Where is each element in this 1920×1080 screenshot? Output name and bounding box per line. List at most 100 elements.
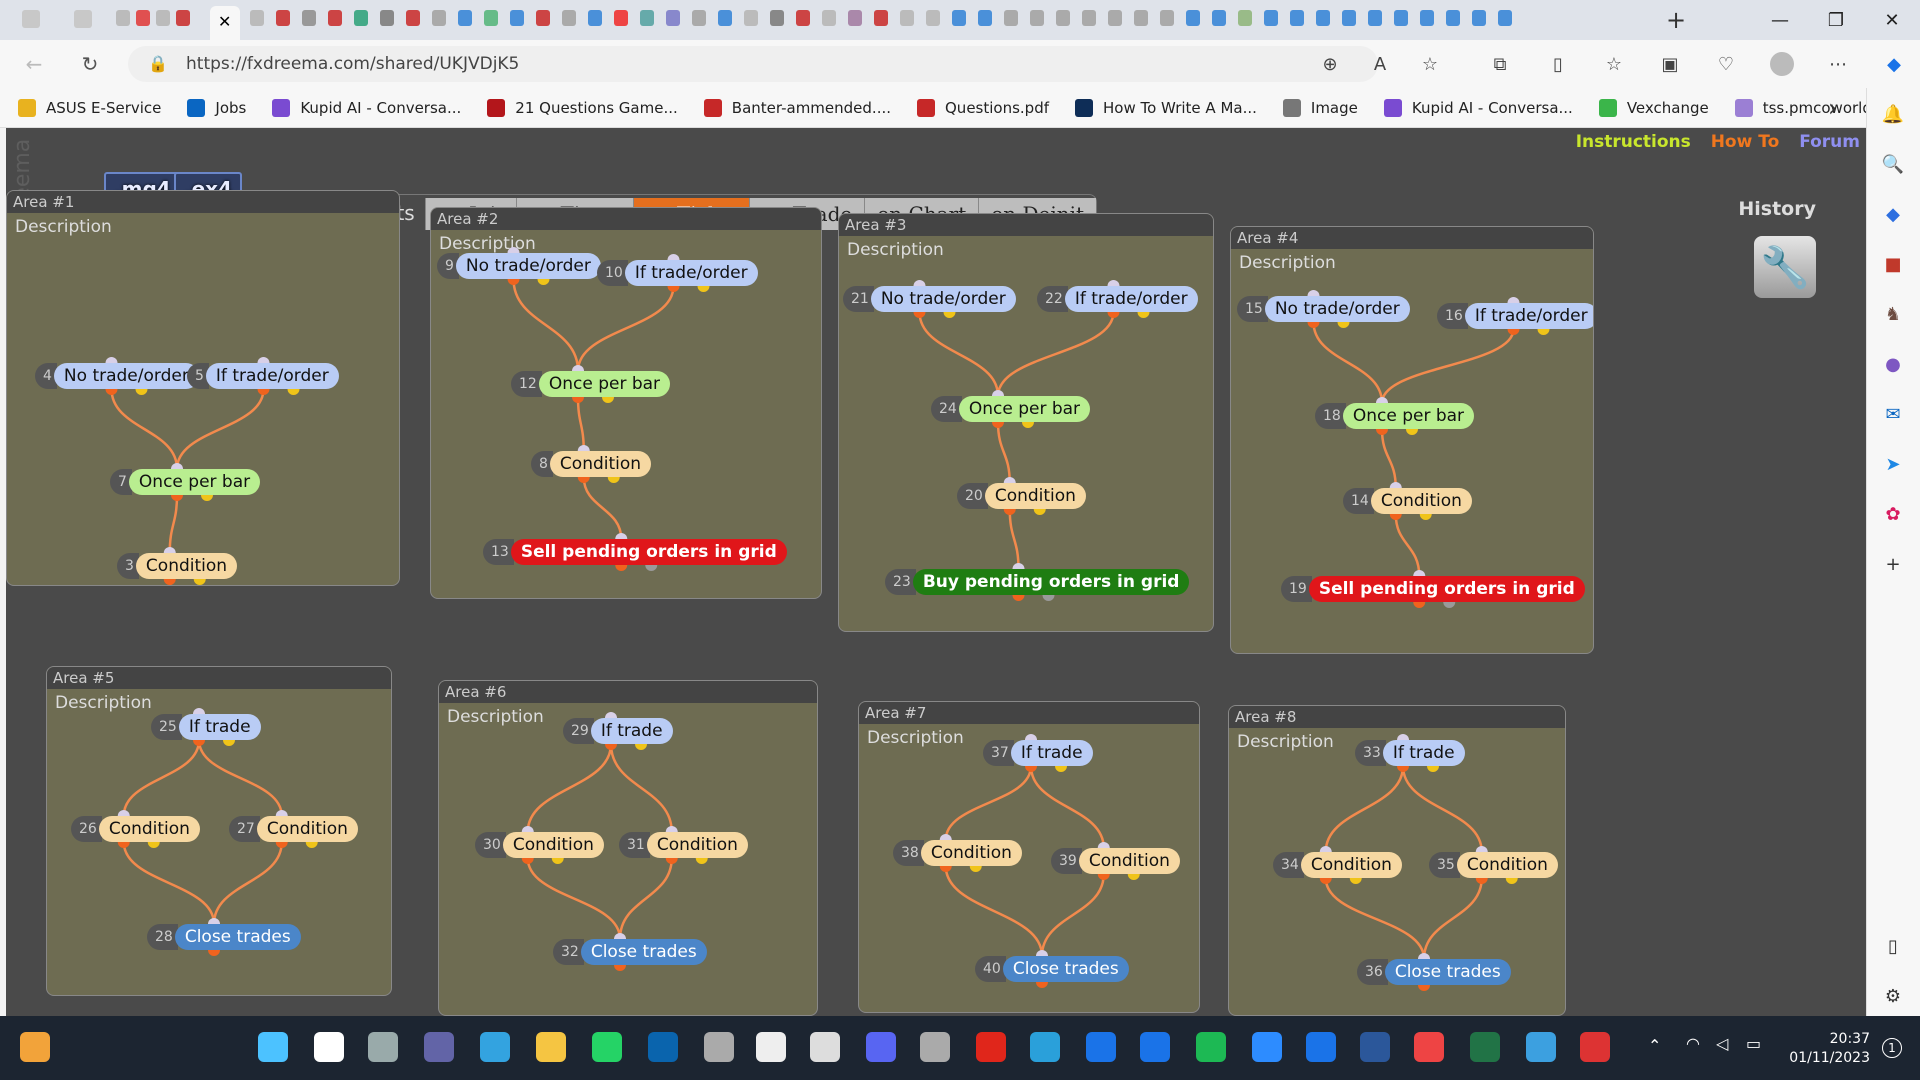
block-node[interactable]: 23 Buy pending orders in grid	[885, 569, 1190, 595]
block-node[interactable]: 10 If trade/order	[597, 260, 758, 286]
notifications-icon[interactable]: 🔔	[1881, 102, 1905, 126]
block-node[interactable]: 33 If trade	[1355, 740, 1465, 766]
spotify-icon[interactable]	[1196, 1032, 1226, 1062]
tab-favicon-icon[interactable]	[952, 10, 966, 26]
tab-favicon-icon[interactable]	[176, 10, 190, 26]
tab-favicon-icon[interactable]	[744, 10, 758, 26]
tab-favicon-icon[interactable]	[666, 10, 680, 26]
tab-favicon-icon[interactable]	[796, 10, 810, 26]
refresh-icon[interactable]: ↻	[76, 50, 104, 78]
block-node[interactable]: 37 If trade	[983, 740, 1093, 766]
tab-favicon-icon[interactable]	[1264, 10, 1278, 26]
area-panel[interactable]: Area #2 Description 9 No trade/order 10 If tr…	[430, 207, 822, 599]
block-node[interactable]: 35 Condition	[1429, 852, 1558, 878]
favorite-item[interactable]: Image	[1282, 98, 1358, 117]
extensions-icon[interactable]: ⧉	[1488, 52, 1512, 76]
favorite-star-icon[interactable]: ☆	[1418, 52, 1442, 76]
tab-favicon-icon[interactable]	[1108, 10, 1122, 26]
photos-icon[interactable]	[1526, 1032, 1556, 1062]
block-node[interactable]: 36 Close trades	[1357, 959, 1511, 985]
tab-favicon-icon[interactable]	[1420, 10, 1434, 26]
tab-favicon-icon[interactable]	[1316, 10, 1330, 26]
send-icon[interactable]: ➤	[1881, 452, 1905, 476]
tab-favicon-icon[interactable]	[136, 10, 150, 26]
area-panel[interactable]: Area #8 Description 33 If trade 34 Condition 3…	[1228, 705, 1566, 1016]
area-panel[interactable]: Area #4 Description 15 No trade/order 16 If t…	[1230, 226, 1594, 654]
favorites-overflow-icon[interactable]: ›	[1828, 94, 1838, 122]
chrome-icon[interactable]	[1414, 1032, 1444, 1062]
block-node[interactable]: 27 Condition	[229, 816, 358, 842]
tab-favicon-icon[interactable]	[1238, 10, 1252, 26]
favorite-item[interactable]: How To Write A Ma...	[1075, 98, 1257, 117]
favorite-item[interactable]: Jobs	[187, 98, 246, 117]
tab-favicon-icon[interactable]	[926, 10, 940, 26]
favorite-item[interactable]: Questions.pdf	[917, 98, 1049, 117]
howto-link[interactable]: How To	[1711, 132, 1780, 152]
whatsapp-icon[interactable]	[592, 1032, 622, 1062]
teams-icon[interactable]	[424, 1032, 454, 1062]
tab-favicon-icon[interactable]	[874, 10, 888, 26]
forum-link[interactable]: Forum	[1799, 132, 1860, 152]
block-node[interactable]: 22 If trade/order	[1037, 286, 1198, 312]
start-icon[interactable]	[258, 1032, 288, 1062]
tab-favicon-icon[interactable]	[1082, 10, 1096, 26]
zoom-icon[interactable]: ⊕	[1318, 52, 1342, 76]
tab-favicon-icon[interactable]	[1394, 10, 1408, 26]
block-node[interactable]: 13 Sell pending orders in grid	[483, 539, 787, 565]
tab-favicon-icon[interactable]	[1212, 10, 1226, 26]
block-node[interactable]: 18 Once per bar	[1315, 403, 1475, 429]
favorites-icon[interactable]: ☆	[1602, 52, 1626, 76]
block-node[interactable]: 32 Close trades	[553, 939, 707, 965]
p-app-icon[interactable]	[1086, 1032, 1116, 1062]
block-node[interactable]: 31 Condition	[619, 832, 748, 858]
search-icon[interactable]: 🔍	[1881, 152, 1905, 176]
p-app-icon[interactable]	[1140, 1032, 1170, 1062]
tab-favicon-icon[interactable]	[484, 10, 498, 26]
tab-favicon-icon[interactable]	[1186, 10, 1200, 26]
tab-favicon-icon[interactable]	[1368, 10, 1382, 26]
browser-essentials-icon[interactable]: ♡	[1714, 52, 1738, 76]
restore-icon[interactable]: ❐	[1808, 0, 1864, 40]
block-node[interactable]: 3 Condition	[117, 553, 238, 579]
close-tab-icon[interactable]: ✕	[218, 12, 231, 31]
tab-favicon-icon[interactable]	[1056, 10, 1070, 26]
area-panel[interactable]: Area #7 Description 37 If trade 38 Condition 3…	[858, 701, 1200, 1013]
tab-favicon-icon[interactable]	[1472, 10, 1486, 26]
block-node[interactable]: 21 No trade/order	[843, 286, 1016, 312]
tray-chevron-icon[interactable]: ⌃	[1648, 1036, 1661, 1055]
instructions-link[interactable]: Instructions	[1576, 132, 1691, 152]
close-window-icon[interactable]: ✕	[1864, 0, 1920, 40]
tab-favicon-icon[interactable]	[1004, 10, 1018, 26]
tab-favicon-icon[interactable]	[1498, 10, 1512, 26]
url-box[interactable]: 🔒 https://fxdreema.com/shared/UKJVDjK5 ⊕…	[128, 46, 1438, 82]
block-node[interactable]: 16 If trade/order	[1437, 303, 1593, 329]
tab-favicon-icon[interactable]	[692, 10, 706, 26]
z-app-icon[interactable]	[1252, 1032, 1282, 1062]
block-node[interactable]: 25 If trade	[151, 714, 261, 740]
minimize-icon[interactable]: —	[1752, 0, 1808, 40]
tab-actions-icon[interactable]	[74, 10, 92, 28]
tab-favicon-icon[interactable]	[770, 10, 784, 26]
area-panel[interactable]: Area #3 Description 21 No trade/order 22 If t…	[838, 213, 1214, 632]
block-node[interactable]: 7 Once per bar	[110, 469, 261, 495]
tab-favicon-icon[interactable]	[156, 10, 170, 26]
tab-favicon-icon[interactable]	[562, 10, 576, 26]
discord-icon[interactable]	[866, 1032, 896, 1062]
tab-favicon-icon[interactable]	[900, 10, 914, 26]
tools-icon[interactable]: ■	[1881, 252, 1905, 276]
word-icon[interactable]	[1360, 1032, 1390, 1062]
tab-favicon-icon[interactable]	[406, 10, 420, 26]
tab-favicon-icon[interactable]	[640, 10, 654, 26]
tab-favicon-icon[interactable]	[1030, 10, 1044, 26]
weather-icon[interactable]	[20, 1032, 50, 1062]
office-icon[interactable]: ●	[1881, 352, 1905, 376]
tab-favicon-icon[interactable]	[354, 10, 368, 26]
edge-icon[interactable]	[480, 1032, 510, 1062]
favorite-item[interactable]: Kupid AI - Conversa...	[272, 98, 461, 117]
games-icon[interactable]: ♞	[1881, 302, 1905, 326]
tab-favicon-icon[interactable]	[432, 10, 446, 26]
tab-favicon-icon[interactable]	[116, 10, 130, 26]
media-player-icon[interactable]	[810, 1032, 840, 1062]
url-text[interactable]: https://fxdreema.com/shared/UKJVDjK5	[186, 54, 519, 74]
block-node[interactable]: 26 Condition	[71, 816, 200, 842]
